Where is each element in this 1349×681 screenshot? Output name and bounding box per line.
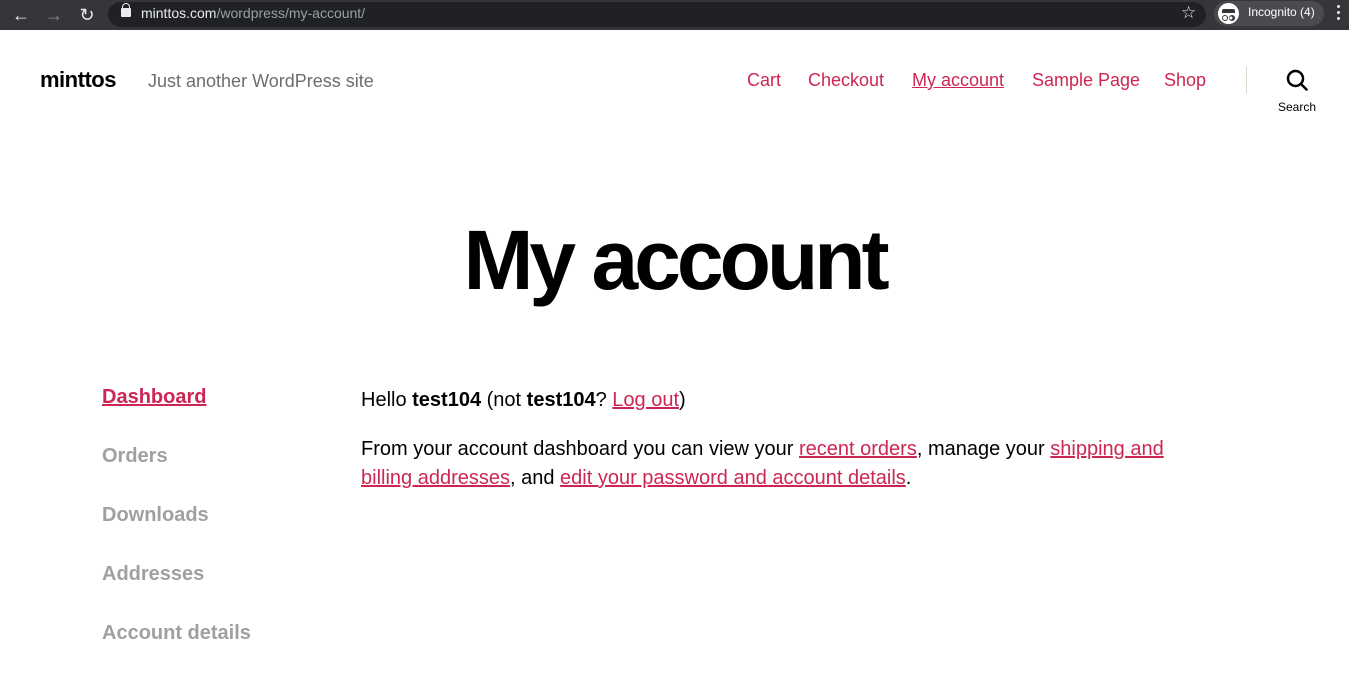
- url-text[interactable]: minttos.com/wordpress/my-account/: [141, 5, 365, 21]
- account-nav-addresses[interactable]: Addresses: [102, 563, 251, 622]
- account-nav-downloads[interactable]: Downloads: [102, 504, 251, 563]
- bookmark-star-icon[interactable]: ☆: [1181, 3, 1196, 23]
- nav-my-account[interactable]: My account: [912, 70, 1004, 91]
- account-nav-account-details[interactable]: Account details: [102, 622, 251, 681]
- search-label[interactable]: Search: [1278, 100, 1316, 114]
- browser-menu-icon[interactable]: [1337, 5, 1341, 23]
- account-nav-dashboard[interactable]: Dashboard: [102, 386, 251, 445]
- username-again: test104: [526, 389, 596, 411]
- recent-orders-link[interactable]: recent orders: [799, 438, 917, 460]
- incognito-label: Incognito (4): [1248, 5, 1315, 19]
- back-icon[interactable]: ←: [9, 3, 33, 27]
- incognito-icon: [1218, 3, 1239, 24]
- dashboard-intro: From your account dashboard you can view…: [361, 438, 1164, 489]
- header-divider: [1246, 66, 1247, 94]
- nav-cart[interactable]: Cart: [747, 70, 781, 91]
- lock-icon[interactable]: [121, 3, 131, 17]
- incognito-badge[interactable]: Incognito (4): [1214, 1, 1324, 26]
- nav-shop[interactable]: Shop: [1164, 70, 1206, 91]
- account-content: Hello test104 (not test104? Log out) Fro…: [361, 386, 1191, 513]
- account-navigation: Dashboard Orders Downloads Addresses Acc…: [102, 386, 251, 681]
- site-title[interactable]: minttos: [40, 67, 116, 93]
- search-icon[interactable]: [1286, 69, 1308, 91]
- account-nav-orders[interactable]: Orders: [102, 445, 251, 504]
- page-title: My account: [463, 213, 889, 307]
- reload-icon[interactable]: ↻: [75, 3, 99, 27]
- site-tagline: Just another WordPress site: [148, 71, 374, 91]
- nav-checkout[interactable]: Checkout: [808, 70, 884, 91]
- nav-sample-page[interactable]: Sample Page: [1032, 70, 1140, 91]
- username: test104: [412, 389, 482, 411]
- logout-link[interactable]: Log out: [612, 389, 679, 411]
- account-details-link[interactable]: edit your password and account details: [560, 467, 906, 489]
- address-bar[interactable]: minttos.com/wordpress/my-account/ ☆: [108, 2, 1206, 27]
- greeting: Hello test104 (not test104? Log out): [361, 389, 686, 411]
- forward-icon[interactable]: →: [42, 3, 66, 27]
- browser-toolbar: ← → ↻ minttos.com/wordpress/my-account/ …: [0, 0, 1349, 30]
